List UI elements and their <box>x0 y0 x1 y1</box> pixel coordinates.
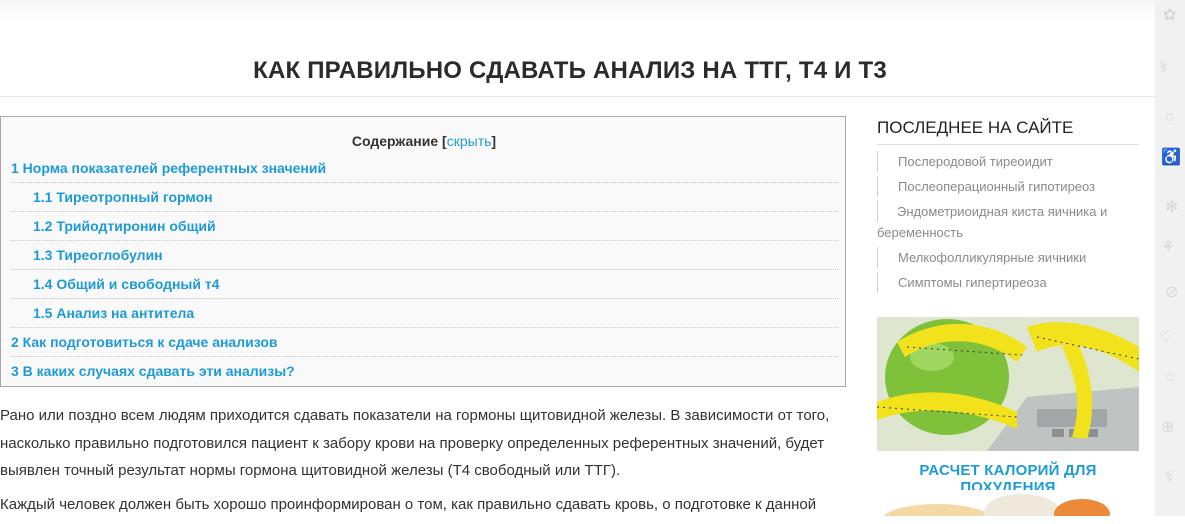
doodle-icon: ○ <box>1165 369 1175 386</box>
calorie-promo-image[interactable] <box>877 317 1139 451</box>
vegetables-illustration <box>883 494 1110 516</box>
recent-post-link[interactable]: Симптомы гипертиреоза <box>877 272 1139 293</box>
doodle-icon: ⚕ <box>1159 59 1168 76</box>
doodle-icon: ✻ <box>1165 199 1179 216</box>
toc-item[interactable]: 1.5 Анализ на антитела <box>11 300 838 328</box>
toc-bracket-close: ] <box>491 133 497 149</box>
toc-item[interactable]: 1.3 Тиреоглобулин <box>11 242 838 270</box>
article-body: Рано или поздно всем людям приходится сд… <box>0 402 850 524</box>
toc-item[interactable]: 1.4 Общий и свободный т4 <box>11 271 838 299</box>
toc-hide-link[interactable]: скрыть <box>447 133 492 149</box>
doodle-icon: ⚕ <box>1165 469 1174 486</box>
recent-post-label: Эндометриоидная киста яичника и беременн… <box>877 204 1108 240</box>
doodle-icon: ⊘ <box>1165 284 1179 301</box>
toc-item[interactable]: 1.1 Тиреотропный гормон <box>11 184 838 212</box>
doodle-icon: ♡ <box>1159 329 1174 346</box>
toc-header: Содержание [скрыть] <box>1 133 847 149</box>
recent-post-link[interactable]: Эндометриоидная киста яичника и беременн… <box>877 201 1139 243</box>
doodle-icon: ♿ <box>1161 149 1181 166</box>
toc-item[interactable]: 2 Как подготовиться к сдаче анализов <box>11 329 838 357</box>
recent-post-link[interactable]: Послеоперационный гипотиреоз <box>877 176 1139 197</box>
recent-post-marker <box>877 201 878 222</box>
toc-heading: Содержание <box>351 133 439 149</box>
next-promo-image[interactable] <box>877 490 1139 516</box>
doodle-icon: ⚘ <box>1161 239 1176 256</box>
doodle-icon: ○ <box>1165 109 1175 126</box>
article-paragraph: Рано или поздно всем людям приходится сд… <box>0 407 830 479</box>
recent-post-link[interactable]: Послеродовой тиреоидит <box>877 151 1139 172</box>
recent-post-link[interactable]: Мелкофолликулярные яичники <box>877 247 1139 268</box>
recent-posts-list: Послеродовой тиреоидит Послеоперационный… <box>877 151 1139 293</box>
toc-item[interactable]: 3 В каких случаях сдавать эти анализы? <box>11 358 838 385</box>
sidebar: ПОСЛЕДНЕЕ НА САЙТЕ Послеродовой тиреоиди… <box>877 116 1139 297</box>
doodle-icon: ⊕ <box>1161 419 1175 436</box>
table-of-contents: Содержание [скрыть] 1 Норма показателей … <box>0 116 846 387</box>
measuring-tape-apple-illustration <box>877 317 1139 451</box>
page-title: КАК ПРАВИЛЬНО СДАВАТЬ АНАЛИЗ НА ТТГ, Т4 … <box>253 57 887 84</box>
page-background: ✿ ⚕ ○ ♿ ✻ ⚘ ⊘ ♡ ○ ⊕ ⚕ <box>1155 0 1185 516</box>
toc-item[interactable]: 1.2 Трийодтиронин общий <box>11 213 838 241</box>
doodle-icon: ✿ <box>1163 7 1177 24</box>
sidebar-title: ПОСЛЕДНЕЕ НА САЙТЕ <box>877 116 1139 145</box>
toc-list: 1 Норма показателей референтных значений… <box>11 155 838 386</box>
article-paragraph: Каждый человек должен быть хорошо проинф… <box>0 495 817 513</box>
toc-item[interactable]: 1 Норма показателей референтных значений <box>11 155 838 183</box>
